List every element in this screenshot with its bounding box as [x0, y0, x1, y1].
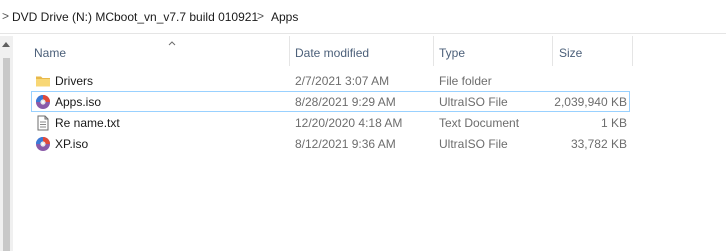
column-header-name[interactable]: Name	[34, 46, 66, 60]
file-name: Apps.iso	[55, 95, 102, 109]
column-header-date-modified[interactable]: Date modified	[295, 46, 369, 60]
file-size: 33,782 KB	[570, 137, 627, 151]
file-size: 2,039,940 KB	[554, 95, 627, 109]
text-document-icon	[37, 115, 49, 131]
file-date-modified: 8/28/2021 9:29 AM	[295, 95, 396, 109]
column-header-type[interactable]: Type	[439, 46, 465, 60]
file-row-xp-iso[interactable]: XP.iso 8/12/2021 9:36 AM UltraISO File 3…	[31, 133, 630, 154]
scrollbar-thumb[interactable]	[3, 58, 10, 251]
ultraiso-disc-icon	[36, 95, 50, 109]
file-size: 1 KB	[600, 116, 627, 130]
address-bar[interactable]: > DVD Drive (N:) MCboot_vn_v7.7 build 01…	[0, 0, 726, 34]
scroll-up-arrow-icon[interactable]	[2, 42, 10, 47]
column-header-size[interactable]: Size	[559, 46, 582, 60]
file-type: UltraISO File	[439, 137, 508, 151]
file-row-apps-iso[interactable]: Apps.iso 8/28/2021 9:29 AM UltraISO File…	[31, 91, 630, 112]
sort-ascending-icon	[168, 41, 176, 46]
column-divider[interactable]	[433, 36, 434, 66]
file-name: XP.iso	[55, 137, 89, 151]
file-date-modified: 8/12/2021 9:36 AM	[295, 137, 396, 151]
file-type: UltraISO File	[439, 95, 508, 109]
file-name: Re name.txt	[55, 116, 120, 130]
file-type: File folder	[439, 74, 492, 88]
file-row-drivers[interactable]: Drivers 2/7/2021 3:07 AM File folder	[31, 70, 630, 91]
file-date-modified: 2/7/2021 3:07 AM	[295, 74, 390, 88]
column-header-row: Name Date modified Type Size	[13, 36, 726, 68]
folder-icon	[36, 76, 50, 87]
column-divider[interactable]	[289, 36, 290, 66]
file-name: Drivers	[55, 74, 93, 88]
breadcrumb-chevron-icon[interactable]: >	[257, 9, 264, 23]
nav-pane-scrollbar[interactable]	[0, 36, 13, 251]
file-type: Text Document	[439, 116, 520, 130]
file-row-re-name-txt[interactable]: Re name.txt 12/20/2020 4:18 AM Text Docu…	[31, 112, 630, 133]
breadcrumb-item-dvd-drive[interactable]: DVD Drive (N:) MCboot_vn_v7.7 build 0109…	[12, 10, 258, 24]
column-divider[interactable]	[632, 36, 633, 66]
ultraiso-disc-icon	[36, 137, 50, 151]
breadcrumb-item-apps[interactable]: Apps	[271, 10, 298, 24]
file-date-modified: 12/20/2020 4:18 AM	[295, 116, 403, 130]
column-divider[interactable]	[552, 36, 553, 66]
breadcrumb-chevron-icon[interactable]: >	[2, 9, 9, 23]
